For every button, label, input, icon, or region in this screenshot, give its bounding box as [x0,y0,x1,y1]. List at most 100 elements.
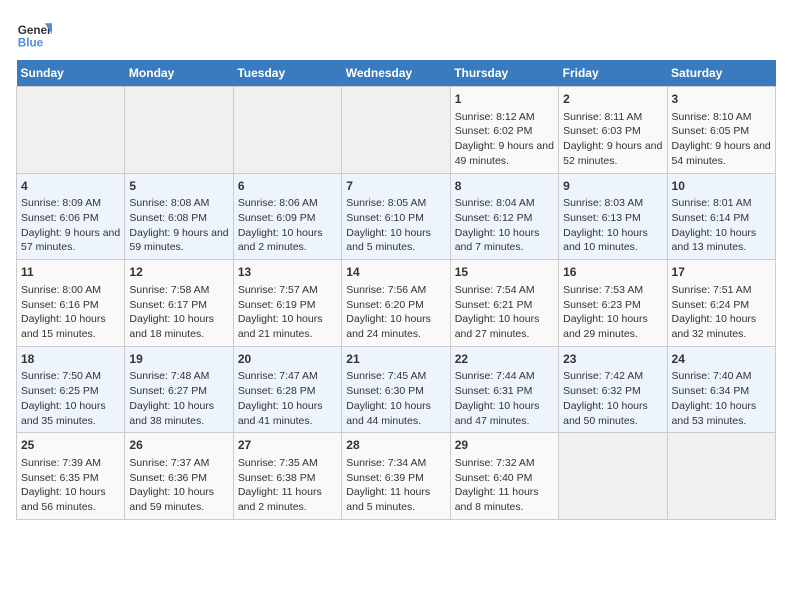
calendar-cell: 25 Sunrise: 7:39 AMSunset: 6:35 PMDayligh… [17,433,125,520]
day-info: Sunrise: 8:05 AMSunset: 6:10 PMDaylight:… [346,196,445,255]
calendar-cell: 12Sunrise: 7:58 AMSunset: 6:17 PMDayligh… [125,260,233,347]
day-info: Sunrise: 7:53 AMSunset: 6:23 PMDaylight:… [563,283,662,342]
day-number: 15 [455,264,554,281]
day-number: 3 [672,91,771,108]
day-info: Sunrise: 7:42 AMSunset: 6:32 PMDaylight:… [563,369,662,428]
calendar-cell: 4Sunrise: 8:09 AMSunset: 6:06 PMDaylight… [17,173,125,260]
calendar-cell: 17 Sunrise: 7:51 AMSunset: 6:24 PMDayligh… [667,260,775,347]
weekday-header-thursday: Thursday [450,60,558,87]
day-number: 7 [346,178,445,195]
day-number: 24 [672,351,771,368]
header: General Blue [16,16,776,52]
calendar-cell [17,87,125,174]
calendar-cell: 20Sunrise: 7:47 AMSunset: 6:28 PMDayligh… [233,346,341,433]
day-info: Sunrise: 7:39 AMSunset: 6:35 PMDaylight:… [21,456,120,515]
day-info: Sunrise: 7:57 AMSunset: 6:19 PMDaylight:… [238,283,337,342]
day-info: Sunrise: 7:35 AMSunset: 6:38 PMDaylight:… [238,456,337,515]
week-row-1: 4Sunrise: 8:09 AMSunset: 6:06 PMDaylight… [17,173,776,260]
day-number: 9 [563,178,662,195]
day-number: 1 [455,91,554,108]
day-info: Sunrise: 8:03 AMSunset: 6:13 PMDaylight:… [563,196,662,255]
day-number: 25 [21,437,120,454]
calendar-cell: 2 Sunrise: 8:11 AMSunset: 6:03 PMDaylight… [559,87,667,174]
calendar-cell [342,87,450,174]
calendar-cell: 14 Sunrise: 7:56 AMSunset: 6:20 PMDayligh… [342,260,450,347]
svg-text:Blue: Blue [18,37,44,50]
logo: General Blue [16,16,52,52]
calendar-cell [559,433,667,520]
day-number: 28 [346,437,445,454]
day-number: 5 [129,178,228,195]
calendar-cell: 19Sunrise: 7:48 AMSunset: 6:27 PMDayligh… [125,346,233,433]
day-info: Sunrise: 8:10 AMSunset: 6:05 PMDaylight:… [672,110,771,169]
day-number: 27 [238,437,337,454]
day-info: Sunrise: 7:32 AMSunset: 6:40 PMDaylight:… [455,456,554,515]
week-row-0: 1Sunrise: 8:12 AMSunset: 6:02 PMDaylight… [17,87,776,174]
day-number: 17 [672,264,771,281]
day-info: Sunrise: 7:34 AMSunset: 6:39 PMDaylight:… [346,456,445,515]
weekday-header-friday: Friday [559,60,667,87]
weekday-header-sunday: Sunday [17,60,125,87]
calendar-body: 1Sunrise: 8:12 AMSunset: 6:02 PMDaylight… [17,87,776,520]
day-number: 16 [563,264,662,281]
day-info: Sunrise: 7:56 AMSunset: 6:20 PMDaylight:… [346,283,445,342]
calendar-cell: 9Sunrise: 8:03 AMSunset: 6:13 PMDaylight… [559,173,667,260]
day-info: Sunrise: 7:45 AMSunset: 6:30 PMDaylight:… [346,369,445,428]
day-number: 13 [238,264,337,281]
logo-icon: General Blue [16,16,52,52]
calendar-cell: 26Sunrise: 7:37 AMSunset: 6:36 PMDayligh… [125,433,233,520]
calendar-cell: 22Sunrise: 7:44 AMSunset: 6:31 PMDayligh… [450,346,558,433]
calendar-cell [125,87,233,174]
day-number: 14 [346,264,445,281]
calendar-cell: 23Sunrise: 7:42 AMSunset: 6:32 PMDayligh… [559,346,667,433]
calendar-cell: 6Sunrise: 8:06 AMSunset: 6:09 PMDaylight… [233,173,341,260]
calendar-cell: 11 Sunrise: 8:00 AMSunset: 6:16 PMDayligh… [17,260,125,347]
week-row-4: 25 Sunrise: 7:39 AMSunset: 6:35 PMDayligh… [17,433,776,520]
day-info: Sunrise: 8:06 AMSunset: 6:09 PMDaylight:… [238,196,337,255]
calendar-cell: 5Sunrise: 8:08 AMSunset: 6:08 PMDaylight… [125,173,233,260]
calendar-cell: 7Sunrise: 8:05 AMSunset: 6:10 PMDaylight… [342,173,450,260]
day-info: Sunrise: 8:00 AMSunset: 6:16 PMDaylight:… [21,283,120,342]
day-info: Sunrise: 7:50 AMSunset: 6:25 PMDaylight:… [21,369,120,428]
calendar-cell: 15 Sunrise: 7:54 AMSunset: 6:21 PMDayligh… [450,260,558,347]
calendar-cell: 8Sunrise: 8:04 AMSunset: 6:12 PMDaylight… [450,173,558,260]
calendar-cell: 18Sunrise: 7:50 AMSunset: 6:25 PMDayligh… [17,346,125,433]
weekday-header-saturday: Saturday [667,60,775,87]
calendar-table: SundayMondayTuesdayWednesdayThursdayFrid… [16,60,776,520]
week-row-2: 11 Sunrise: 8:00 AMSunset: 6:16 PMDayligh… [17,260,776,347]
day-info: Sunrise: 7:54 AMSunset: 6:21 PMDaylight:… [455,283,554,342]
weekday-header-wednesday: Wednesday [342,60,450,87]
calendar-header: SundayMondayTuesdayWednesdayThursdayFrid… [17,60,776,87]
day-info: Sunrise: 8:01 AMSunset: 6:14 PMDaylight:… [672,196,771,255]
day-number: 23 [563,351,662,368]
calendar-cell: 13 Sunrise: 7:57 AMSunset: 6:19 PMDayligh… [233,260,341,347]
calendar-cell: 16 Sunrise: 7:53 AMSunset: 6:23 PMDayligh… [559,260,667,347]
day-info: Sunrise: 8:08 AMSunset: 6:08 PMDaylight:… [129,196,228,255]
day-info: Sunrise: 7:40 AMSunset: 6:34 PMDaylight:… [672,369,771,428]
calendar-cell: 24Sunrise: 7:40 AMSunset: 6:34 PMDayligh… [667,346,775,433]
day-info: Sunrise: 8:04 AMSunset: 6:12 PMDaylight:… [455,196,554,255]
day-info: Sunrise: 8:11 AMSunset: 6:03 PMDaylight:… [563,110,662,169]
calendar-cell: 29 Sunrise: 7:32 AMSunset: 6:40 PMDayligh… [450,433,558,520]
calendar-cell: 1Sunrise: 8:12 AMSunset: 6:02 PMDaylight… [450,87,558,174]
day-info: Sunrise: 7:48 AMSunset: 6:27 PMDaylight:… [129,369,228,428]
day-info: Sunrise: 7:47 AMSunset: 6:28 PMDaylight:… [238,369,337,428]
week-row-3: 18Sunrise: 7:50 AMSunset: 6:25 PMDayligh… [17,346,776,433]
day-number: 12 [129,264,228,281]
day-number: 2 [563,91,662,108]
calendar-cell: 27 Sunrise: 7:35 AMSunset: 6:38 PMDayligh… [233,433,341,520]
calendar-cell [233,87,341,174]
day-number: 8 [455,178,554,195]
day-number: 22 [455,351,554,368]
calendar-cell [667,433,775,520]
weekday-header-tuesday: Tuesday [233,60,341,87]
day-number: 29 [455,437,554,454]
weekday-header-monday: Monday [125,60,233,87]
day-info: Sunrise: 7:51 AMSunset: 6:24 PMDaylight:… [672,283,771,342]
calendar-cell: 3 Sunrise: 8:10 AMSunset: 6:05 PMDaylight… [667,87,775,174]
day-info: Sunrise: 7:37 AMSunset: 6:36 PMDaylight:… [129,456,228,515]
day-number: 11 [21,264,120,281]
calendar-cell: 21Sunrise: 7:45 AMSunset: 6:30 PMDayligh… [342,346,450,433]
day-number: 20 [238,351,337,368]
day-info: Sunrise: 8:09 AMSunset: 6:06 PMDaylight:… [21,196,120,255]
